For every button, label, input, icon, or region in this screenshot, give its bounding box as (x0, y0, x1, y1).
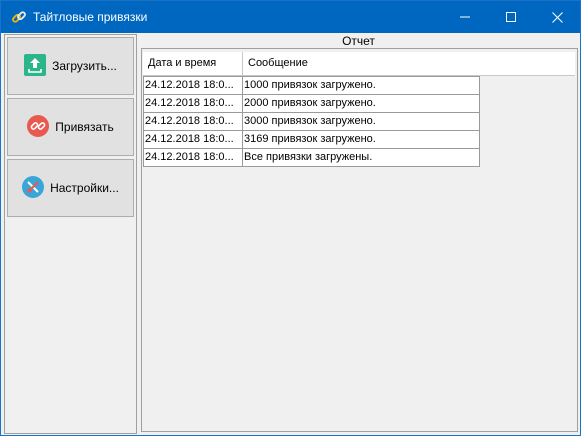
window-title: Тайтловые привязки (33, 10, 148, 24)
minimize-button[interactable] (442, 1, 488, 33)
minimize-icon (460, 16, 470, 18)
load-button-label: Загрузить... (52, 59, 117, 73)
maximize-button[interactable] (488, 1, 534, 33)
report-panel: Дата и время Сообщение 24.12.2018 18:0..… (141, 48, 578, 432)
table-body: 24.12.2018 18:0... 1000 привязок загруже… (143, 76, 480, 167)
bind-button-label: Привязать (55, 120, 114, 134)
table-row[interactable]: 24.12.2018 18:0... 2000 привязок загруже… (143, 94, 480, 113)
message-cell: 2000 привязок загружено. (244, 97, 376, 109)
message-cell: 3169 привязок загружено. (244, 133, 376, 145)
column-header-message[interactable]: Сообщение (243, 52, 575, 75)
table-row[interactable]: 24.12.2018 18:0... 3000 привязок загруже… (143, 112, 480, 131)
datetime-cell: 24.12.2018 18:0... (144, 131, 243, 148)
table-row[interactable]: 24.12.2018 18:0... Все привязки загружен… (143, 148, 480, 167)
datetime-cell: 24.12.2018 18:0... (144, 95, 243, 112)
actions-panel: Загрузить... Привязать Настройки... (4, 34, 137, 434)
datetime-cell: 24.12.2018 18:0... (144, 113, 243, 130)
message-cell: 1000 привязок загружено. (244, 79, 376, 91)
report-title: Отчет (342, 34, 375, 48)
client-area: Загрузить... Привязать Настройки... Отче… (1, 33, 580, 435)
settings-button[interactable]: Настройки... (7, 159, 134, 217)
datetime-cell: 24.12.2018 18:0... (144, 77, 243, 94)
settings-button-label: Настройки... (50, 181, 119, 195)
column-header-datetime[interactable]: Дата и время (143, 52, 243, 75)
message-cell: Все привязки загружены. (244, 151, 373, 163)
upload-icon (24, 53, 47, 79)
broken-link-icon (27, 114, 50, 140)
message-cell: 3000 привязок загружено. (244, 115, 376, 127)
table-row[interactable]: 24.12.2018 18:0... 1000 привязок загруже… (143, 76, 480, 95)
title-bar[interactable]: Тайтловые привязки (1, 1, 580, 33)
app-window: Тайтловые привязки Загрузить... Привязат… (0, 0, 581, 436)
table-header: Дата и время Сообщение (143, 52, 575, 76)
link-icon (11, 9, 27, 25)
close-icon (551, 11, 563, 23)
tools-icon (22, 175, 45, 201)
close-button[interactable] (534, 1, 580, 33)
load-button[interactable]: Загрузить... (7, 37, 134, 95)
maximize-icon (506, 12, 516, 22)
datetime-cell: 24.12.2018 18:0... (144, 149, 243, 166)
bind-button[interactable]: Привязать (7, 98, 134, 156)
table-row[interactable]: 24.12.2018 18:0... 3169 привязок загруже… (143, 130, 480, 149)
